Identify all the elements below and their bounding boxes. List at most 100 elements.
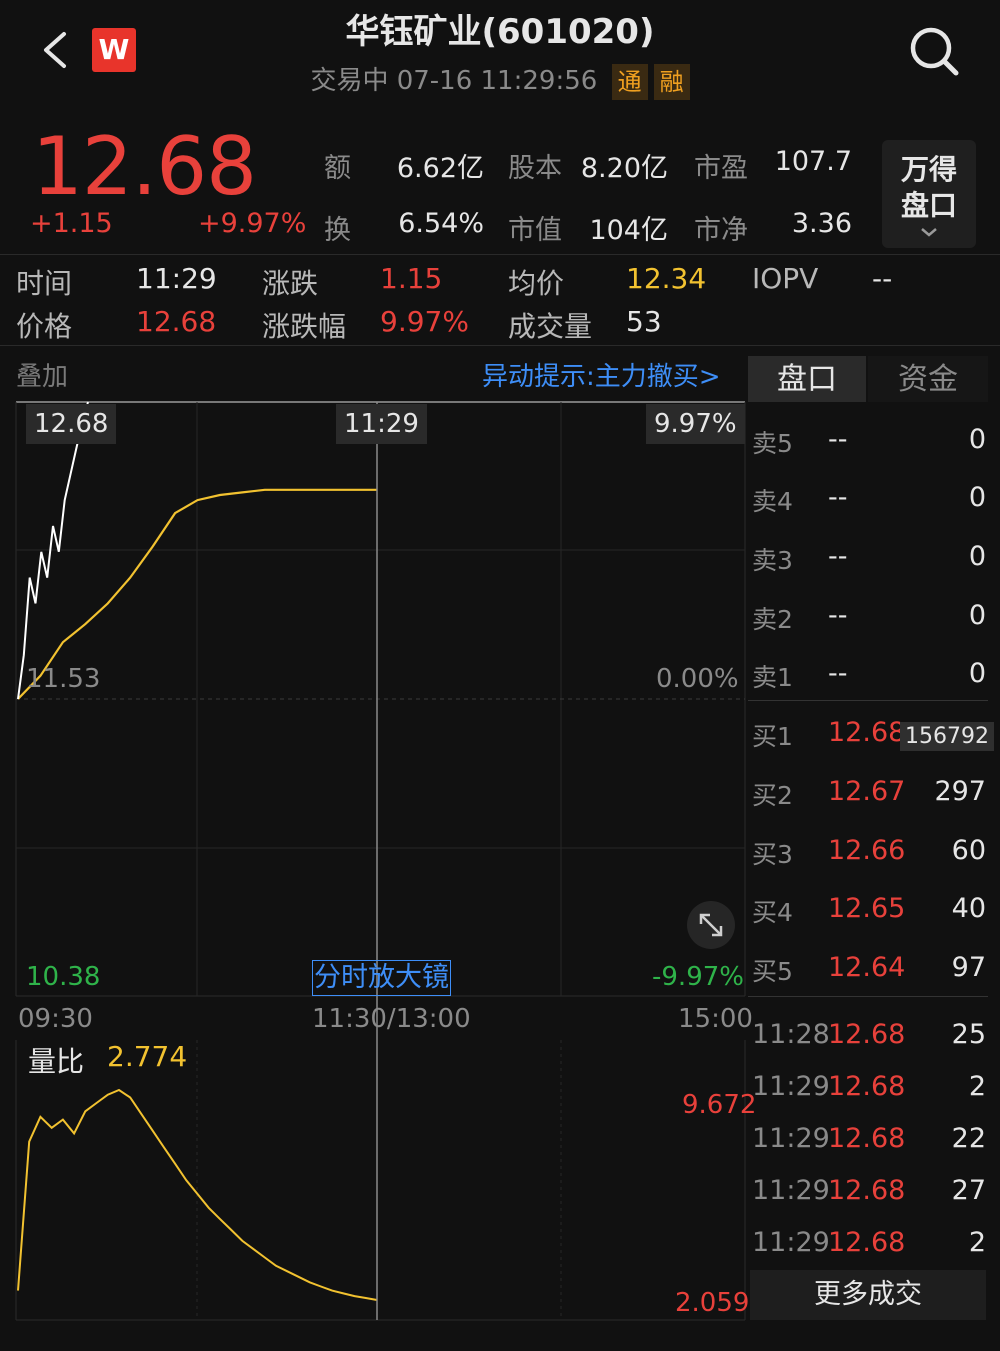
price-change-pct: +9.97% [198,208,307,239]
axis-time-mid: 11:30/13:00 [312,1004,471,1034]
ask-level-label: 卖1 [752,663,793,692]
tab-pankou[interactable]: 盘口 [748,356,866,402]
info-value-iopv: -- [872,262,893,295]
ask-volume: 0 [968,482,986,513]
info-value-change: 1.15 [380,262,443,295]
stat-value-pb: 3.36 [791,208,852,239]
bid-price: 12.68 [828,717,906,748]
stat-value-mktcap: 104亿 [589,215,668,246]
trade-volume: 22 [951,1123,986,1154]
bid-level-label: 买2 [752,781,793,810]
info-label-change-pct: 涨跌幅 [262,310,347,343]
stat-value-shares: 8.20亿 [580,153,668,184]
trading-status: 交易中 07-16 11:29:56 [310,66,598,96]
trade-price: 12.68 [828,1123,906,1154]
trade-price: 12.68 [828,1175,906,1206]
ask-level-label: 卖4 [752,487,793,516]
ask-volume: 0 [968,658,986,689]
bid-price: 12.65 [828,893,906,924]
trade-price: 12.68 [828,1019,906,1050]
trade-volume: 27 [951,1175,986,1206]
stat-label-mktcap: 市值 [508,215,562,246]
ask-price: -- [828,424,848,455]
trade-price: 12.68 [828,1071,906,1102]
ask-level-label: 卖3 [752,546,793,575]
chart-low-pct: -9.97% [652,962,744,992]
page-title: 华钰矿业(601020) [345,12,655,52]
stat-label-amount: 额 [324,153,351,184]
bid-price: 12.64 [828,952,906,983]
stat-value-pe: 107.7 [774,146,852,177]
info-label-price: 价格 [16,310,73,343]
chevron-down-icon [921,228,937,237]
bid-price: 12.67 [828,776,906,807]
wande-pankou-button[interactable]: 万得 盘口 [882,140,976,248]
timeshare-magnifier-button[interactable]: 分时放大镜 [312,960,451,996]
trade-time: 11:29 [752,1071,830,1102]
overlay-button[interactable]: 叠加 [16,356,68,393]
tab-capital[interactable]: 资金 [868,356,988,402]
info-label-avg: 均价 [508,267,565,300]
volume-ratio-line [17,1088,378,1301]
bid-level-label: 买3 [752,840,793,869]
info-label-change: 涨跌 [262,267,319,300]
ask-volume: 0 [968,600,986,631]
stat-label-pe: 市盈 [694,153,748,184]
info-value-volume: 53 [626,305,662,338]
more-trades-button[interactable]: 更多成交 [750,1270,986,1320]
ask-price: -- [828,482,848,513]
bid-level-label: 买4 [752,898,793,927]
stat-value-turnover: 6.54% [398,208,484,239]
ask-price: -- [828,541,848,572]
axis-time-start: 09:30 [18,1004,93,1034]
trade-volume: 2 [968,1227,986,1258]
ask-level-label: 卖2 [752,605,793,634]
trade-volume: 2 [968,1071,986,1102]
bid-volume: 97 [951,952,986,983]
price-change: +1.15 [30,208,113,239]
info-value-price: 12.68 [136,305,217,338]
anomaly-alert-link[interactable]: 异动提示:主力撤买> [482,356,721,393]
divider [0,345,1000,346]
bid-level-label: 买1 [752,722,793,751]
bid-price: 12.66 [828,835,906,866]
stat-value-amount: 6.62亿 [396,153,484,184]
info-label-volume: 成交量 [508,310,593,343]
divider [748,700,988,701]
ask-volume: 0 [968,541,986,572]
volume-ratio-max: 9.672 [682,1090,757,1120]
bid-level-label: 买5 [752,957,793,986]
expand-icon[interactable] [686,900,736,950]
chart-mid-pct: 0.00% [656,664,739,694]
info-label-iopv: IOPV [752,262,819,295]
trading-status-line: 交易中 07-16 11:29:56 通融 [0,60,1000,100]
bid-volume-box: 156792 [900,719,994,751]
tag-rong: 融 [653,63,690,100]
chart-mid-price: 11.53 [26,664,101,694]
chart-grid [15,401,746,1321]
divider [0,254,1000,255]
trade-volume: 25 [951,1019,986,1050]
trade-time: 11:29 [752,1175,830,1206]
trade-time: 11:29 [752,1227,830,1258]
chart-high-pct-badge: 9.97% [646,404,745,444]
bid-volume: 40 [951,893,986,924]
last-price: 12.68 [32,120,257,213]
volume-ratio-min: 2.059 [675,1288,750,1318]
intraday-chart[interactable] [0,400,750,1330]
stat-label-shares: 股本 [508,153,562,184]
search-icon[interactable] [906,24,962,80]
wande-pankou-label: 万得 盘口 [900,153,957,222]
stat-label-pb: 市净 [694,215,748,246]
info-value-time: 11:29 [136,262,217,295]
crosshair-time-badge: 11:29 [336,404,427,444]
chart-high-price-badge: 12.68 [26,404,117,444]
chart-low-price: 10.38 [26,962,101,992]
info-value-change-pct: 9.97% [380,305,469,338]
axis-time-end: 15:00 [678,1004,753,1034]
ask-price: -- [828,600,848,631]
trade-time: 11:28 [752,1019,830,1050]
tag-tong: 通 [611,63,648,100]
ask-price: -- [828,658,848,689]
bid-volume: 156792 [900,722,994,751]
